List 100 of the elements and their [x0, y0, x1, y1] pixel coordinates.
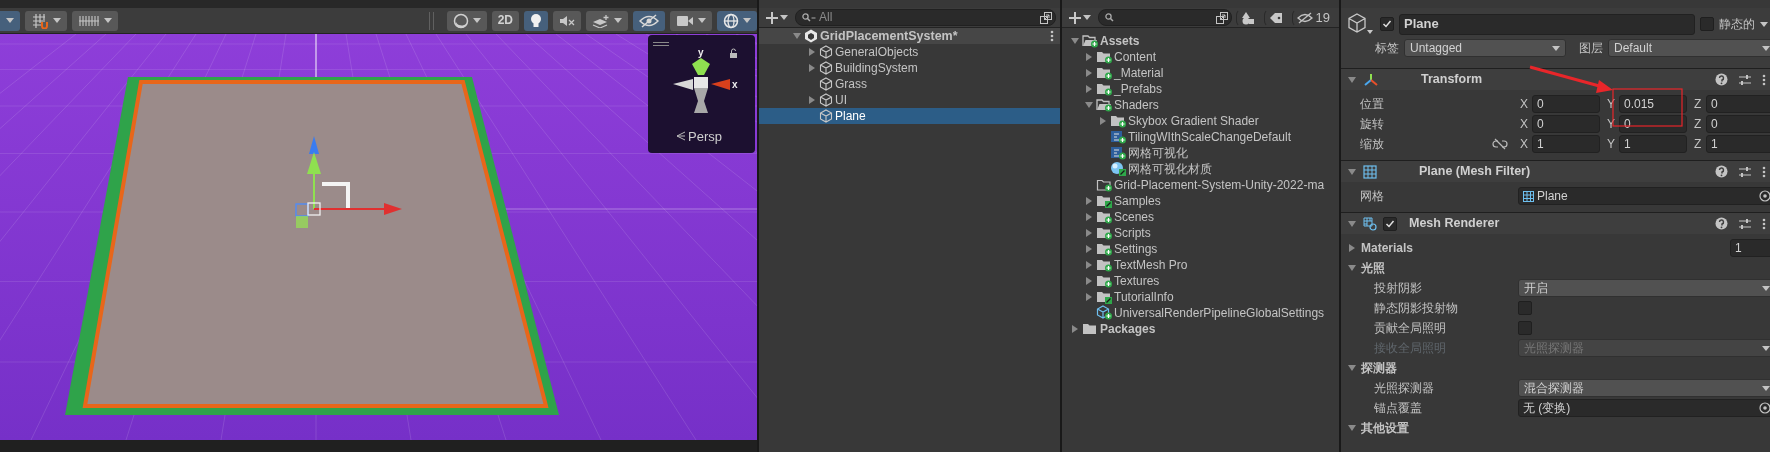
tree-item[interactable]: Grid-Placement-System-Unity-2022-ma — [1062, 177, 1339, 193]
mesh-renderer-icon — [1363, 216, 1377, 231]
tree-item[interactable]: _Material — [1062, 65, 1339, 81]
axis-label: X — [1519, 96, 1529, 112]
field-label: 缩放 — [1360, 136, 1384, 152]
shading-mode-button[interactable] — [446, 10, 487, 31]
dropdown[interactable]: Untagged — [1404, 39, 1566, 57]
menu-icon[interactable] — [652, 41, 670, 47]
tree-item[interactable]: UniversalRenderPipelineGlobalSettings — [1062, 305, 1339, 321]
tree-item[interactable]: BuildingSystem — [759, 60, 1060, 76]
scene-row[interactable]: GridPlacementSystem* — [759, 28, 1060, 44]
tree-item[interactable]: Assets — [1062, 33, 1339, 49]
checkbox[interactable] — [1518, 301, 1532, 315]
number-field[interactable]: 1 — [1619, 135, 1687, 153]
target-icon[interactable] — [1759, 402, 1770, 414]
dropdown[interactable]: 混合探测器 — [1518, 379, 1770, 397]
tree-item[interactable]: Skybox Gradient Shader — [1062, 113, 1339, 129]
caret-icon — [1762, 385, 1770, 391]
audio-toggle-button[interactable] — [553, 10, 581, 31]
tree-item[interactable]: 网格可视化 — [1062, 145, 1339, 161]
tree-item[interactable]: Settings — [1062, 241, 1339, 257]
lighting-toggle-button[interactable] — [524, 10, 548, 31]
number-field[interactable]: 0 — [1706, 95, 1770, 113]
checkbox[interactable] — [1700, 17, 1714, 31]
field-label: 锚点覆盖 — [1374, 400, 1422, 416]
tree-item[interactable]: 网格可视化材质 — [1062, 161, 1339, 177]
number-field[interactable]: 0 — [1706, 115, 1770, 133]
dropdown[interactable]: Default — [1608, 39, 1770, 57]
tree-item[interactable]: UI — [759, 92, 1060, 108]
caret-icon — [1760, 21, 1768, 27]
tree-item[interactable]: Plane — [759, 108, 1060, 124]
number-field[interactable]: 0 — [1532, 115, 1600, 133]
tree-item[interactable]: TilingWIthScaleChangeDefault — [1062, 129, 1339, 145]
folder-icon — [1083, 324, 1096, 334]
axis-gizmo-drawing[interactable] — [673, 58, 730, 113]
axis-label: X — [1519, 116, 1529, 132]
caret-icon — [1552, 45, 1560, 51]
field-label: 光照探测器 — [1374, 380, 1434, 396]
grid-icon — [1363, 164, 1377, 179]
tree-item[interactable]: Content — [1062, 49, 1339, 65]
section-label: 其他设置 — [1361, 420, 1409, 436]
search-bar[interactable] — [1098, 9, 1232, 26]
cube-icon — [819, 61, 833, 75]
tree-item[interactable]: Scenes — [1062, 209, 1339, 225]
axis-label: X — [1519, 136, 1529, 152]
checkbox[interactable] — [1518, 321, 1532, 335]
axis-label: Y — [1606, 136, 1616, 152]
checkbox[interactable] — [1383, 216, 1397, 231]
field-label: Materials — [1361, 240, 1414, 256]
search-icon — [1105, 12, 1114, 23]
more-options-icon — [1050, 30, 1054, 42]
camera-button[interactable] — [670, 10, 712, 31]
more-options-icon — [1762, 73, 1766, 86]
grid-icon — [1523, 190, 1534, 202]
tree-item[interactable]: Textures — [1062, 273, 1339, 289]
search-bar[interactable]: All — [795, 9, 1056, 26]
number-field[interactable]: 0 — [1532, 95, 1600, 113]
tree-item[interactable]: Packages — [1062, 321, 1339, 337]
tree-item[interactable]: _Prefabs — [1062, 81, 1339, 97]
increment-snap-button[interactable] — [72, 10, 118, 31]
count-field[interactable]: 1 — [1730, 239, 1770, 257]
2d-toggle-button[interactable]: 2D — [491, 10, 519, 31]
shapes-icon — [1240, 10, 1255, 25]
grid-snap-button[interactable] — [25, 10, 67, 31]
tag-icon — [1268, 11, 1283, 24]
number-field[interactable]: 1 — [1532, 135, 1600, 153]
hidden-packages-button[interactable]: 19 — [1291, 8, 1335, 27]
ruler-icon — [78, 13, 100, 28]
tree-item[interactable]: Shaders — [1062, 97, 1339, 113]
field-label: 旋转 — [1360, 116, 1384, 132]
number-field[interactable]: 1 — [1706, 135, 1770, 153]
help-icon — [1715, 165, 1728, 178]
lock-icon[interactable] — [730, 48, 737, 58]
tree-item[interactable]: Scripts — [1062, 225, 1339, 241]
component-title: Mesh Renderer — [1409, 216, 1500, 231]
gizmos-button[interactable] — [717, 10, 757, 31]
settings-asset-icon — [1096, 305, 1110, 319]
transform-axes-icon — [1363, 72, 1379, 87]
hidden-objects-toggle-button[interactable] — [633, 10, 665, 31]
tree-item[interactable]: TextMesh Pro — [1062, 257, 1339, 273]
scene-view[interactable]: y x Persp — [0, 34, 757, 440]
object-field[interactable]: Plane — [1518, 187, 1770, 205]
camera-icon — [676, 14, 694, 27]
tree-item[interactable]: TutorialInfo — [1062, 289, 1339, 305]
checkbox[interactable] — [1380, 17, 1394, 31]
orientation-gizmo[interactable]: y x Persp — [648, 35, 755, 153]
dropdown[interactable]: 开启 — [1518, 279, 1770, 297]
tree-item[interactable]: Samples — [1062, 193, 1339, 209]
eye-slash-icon — [1296, 11, 1313, 24]
number-field[interactable]: 0.015 — [1619, 95, 1687, 113]
overlay-menu-button[interactable] — [0, 10, 20, 31]
field-label: 静态阴影投射物 — [1374, 300, 1458, 316]
object-field[interactable]: 无 (变换) — [1518, 399, 1770, 417]
effects-button[interactable] — [586, 10, 628, 31]
name-field[interactable]: Plane — [1399, 13, 1695, 35]
tree-item[interactable]: GeneralObjects — [759, 44, 1060, 60]
tree-item[interactable]: Grass — [759, 76, 1060, 92]
projection-label[interactable]: Persp — [688, 129, 722, 144]
target-icon[interactable] — [1759, 190, 1770, 202]
component-title: Plane (Mesh Filter) — [1419, 164, 1531, 179]
